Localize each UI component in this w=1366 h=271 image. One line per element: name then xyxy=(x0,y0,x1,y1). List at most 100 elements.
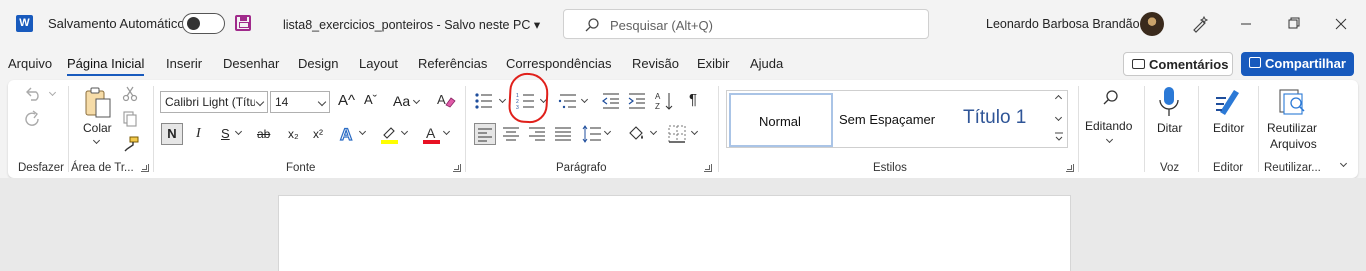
document-page[interactable] xyxy=(278,195,1071,271)
styles-up-icon[interactable] xyxy=(1054,94,1063,103)
share-icon xyxy=(1249,57,1261,68)
align-right-icon[interactable] xyxy=(528,124,546,144)
dictate-label[interactable]: Ditar xyxy=(1157,121,1182,135)
tab-desenhar[interactable]: Desenhar xyxy=(223,56,279,71)
align-center-icon[interactable] xyxy=(502,124,520,144)
styles-more-icon[interactable] xyxy=(1054,131,1064,143)
font-launcher-icon[interactable] xyxy=(453,164,461,172)
bold-button[interactable]: N xyxy=(161,123,183,145)
multilevel-list-icon[interactable] xyxy=(558,92,578,110)
multilevel-dropdown-icon[interactable] xyxy=(580,95,589,104)
underline-button[interactable]: S xyxy=(221,126,230,141)
tab-inserir[interactable]: Inserir xyxy=(166,56,202,71)
user-name[interactable]: Leonardo Barbosa Brandão xyxy=(986,17,1140,31)
document-title[interactable]: lista8_exercicios_ponteiros - Salvo nest… xyxy=(283,17,540,32)
ribbon: Desfazer Colar Área de Tr... Calibri Lig… xyxy=(8,80,1358,178)
font-name-combo[interactable]: Calibri Light (Títu xyxy=(160,91,268,113)
highlight-dropdown-icon[interactable] xyxy=(400,127,409,136)
bullets-dropdown-icon[interactable] xyxy=(498,95,507,104)
svg-text:Z: Z xyxy=(655,102,660,111)
line-spacing-icon[interactable] xyxy=(582,124,602,144)
paste-clipboard-icon[interactable] xyxy=(82,86,114,120)
group-label-voice: Voz xyxy=(1160,162,1180,174)
reuse-files-icon[interactable] xyxy=(1278,88,1308,116)
change-case-dropdown-icon[interactable] xyxy=(412,96,421,105)
highlight-icon[interactable] xyxy=(380,124,400,144)
font-color-icon[interactable]: A xyxy=(422,124,442,144)
group-label-paragraph: Parágrafo xyxy=(556,162,607,174)
cut-icon[interactable] xyxy=(122,86,138,102)
tab-referencias[interactable]: Referências xyxy=(418,56,487,71)
styles-launcher-icon[interactable] xyxy=(1066,164,1074,172)
clipboard-launcher-icon[interactable] xyxy=(141,164,149,172)
svg-text:A: A xyxy=(655,92,661,101)
paste-label[interactable]: Colar xyxy=(83,121,112,135)
italic-button[interactable]: I xyxy=(196,126,201,142)
line-spacing-dropdown-icon[interactable] xyxy=(603,127,612,136)
microphone-icon[interactable] xyxy=(1158,86,1180,118)
text-effects-icon[interactable]: A xyxy=(338,124,358,144)
ribbon-collapse-icon[interactable] xyxy=(1339,159,1348,168)
sort-icon[interactable]: A Z xyxy=(655,91,675,111)
autosave-toggle[interactable] xyxy=(182,13,225,34)
copy-icon[interactable] xyxy=(122,111,138,127)
tab-revisao[interactable]: Revisão xyxy=(632,56,679,71)
font-size-combo[interactable]: 14 xyxy=(270,91,330,113)
change-case-icon[interactable]: Aa xyxy=(393,93,410,109)
font-color-dropdown-icon[interactable] xyxy=(442,127,451,136)
comments-button[interactable]: Comentários xyxy=(1123,52,1233,76)
reuse-label-2[interactable]: Arquivos xyxy=(1270,137,1317,151)
paste-dropdown-icon[interactable] xyxy=(92,136,101,145)
justify-icon[interactable] xyxy=(554,124,572,144)
increase-indent-icon[interactable] xyxy=(628,92,646,110)
tab-arquivo[interactable]: Arquivo xyxy=(8,56,52,71)
strikethrough-button[interactable]: ab xyxy=(257,127,270,141)
clear-formatting-icon[interactable]: A xyxy=(436,91,456,109)
tab-layout[interactable]: Layout xyxy=(359,56,398,71)
redo-icon[interactable] xyxy=(24,110,42,128)
paragraph-launcher-icon[interactable] xyxy=(704,164,712,172)
close-icon[interactable] xyxy=(1331,14,1351,34)
decrease-indent-icon[interactable] xyxy=(602,92,620,110)
tab-correspondencias[interactable]: Correspondências xyxy=(506,56,612,71)
minimize-icon[interactable] xyxy=(1236,14,1256,34)
editing-label[interactable]: Editando xyxy=(1085,119,1132,133)
reuse-label-1[interactable]: Reutilizar xyxy=(1267,121,1317,135)
superscript-button[interactable]: x² xyxy=(313,127,323,141)
styles-gallery: Normal Sem Espaçamer Título 1 xyxy=(726,90,1067,148)
subscript-button[interactable]: x₂ xyxy=(288,127,299,141)
tab-exibir[interactable]: Exibir xyxy=(697,56,730,71)
bullets-icon[interactable] xyxy=(474,92,494,110)
styles-down-icon[interactable] xyxy=(1054,113,1063,122)
save-icon[interactable] xyxy=(235,15,251,31)
comment-icon xyxy=(1132,59,1145,69)
shading-icon[interactable] xyxy=(626,124,646,144)
shrink-font-icon[interactable]: Aˇ xyxy=(364,92,377,107)
text-effects-dropdown-icon[interactable] xyxy=(358,127,367,136)
undo-icon[interactable] xyxy=(24,86,44,102)
borders-dropdown-icon[interactable] xyxy=(690,127,699,136)
tab-pagina-inicial[interactable]: Página Inicial xyxy=(67,56,145,76)
show-formatting-marks-icon[interactable]: ¶ xyxy=(689,91,697,108)
editor-icon[interactable] xyxy=(1212,86,1244,118)
tab-ajuda[interactable]: Ajuda xyxy=(750,56,783,71)
search-input[interactable]: Pesquisar (Alt+Q) xyxy=(563,9,929,39)
avatar[interactable] xyxy=(1140,12,1164,36)
align-left-button[interactable] xyxy=(474,123,496,145)
grow-font-icon[interactable]: A^ xyxy=(338,92,355,109)
svg-text:A: A xyxy=(437,92,446,107)
borders-icon[interactable] xyxy=(668,125,686,143)
editor-label[interactable]: Editor xyxy=(1213,121,1244,135)
restore-icon[interactable] xyxy=(1284,14,1304,34)
format-painter-icon[interactable] xyxy=(122,136,140,152)
undo-dropdown-icon[interactable] xyxy=(48,88,57,97)
editing-dropdown-icon[interactable] xyxy=(1105,135,1114,144)
shading-dropdown-icon[interactable] xyxy=(649,127,658,136)
tab-design[interactable]: Design xyxy=(298,56,338,71)
share-button[interactable]: Compartilhar xyxy=(1241,52,1354,76)
style-normal[interactable]: Normal xyxy=(729,93,833,147)
underline-dropdown-icon[interactable] xyxy=(234,127,243,136)
designer-pen-icon[interactable] xyxy=(1190,14,1210,34)
find-icon[interactable] xyxy=(1101,88,1121,108)
chevron-down-icon xyxy=(317,97,327,107)
